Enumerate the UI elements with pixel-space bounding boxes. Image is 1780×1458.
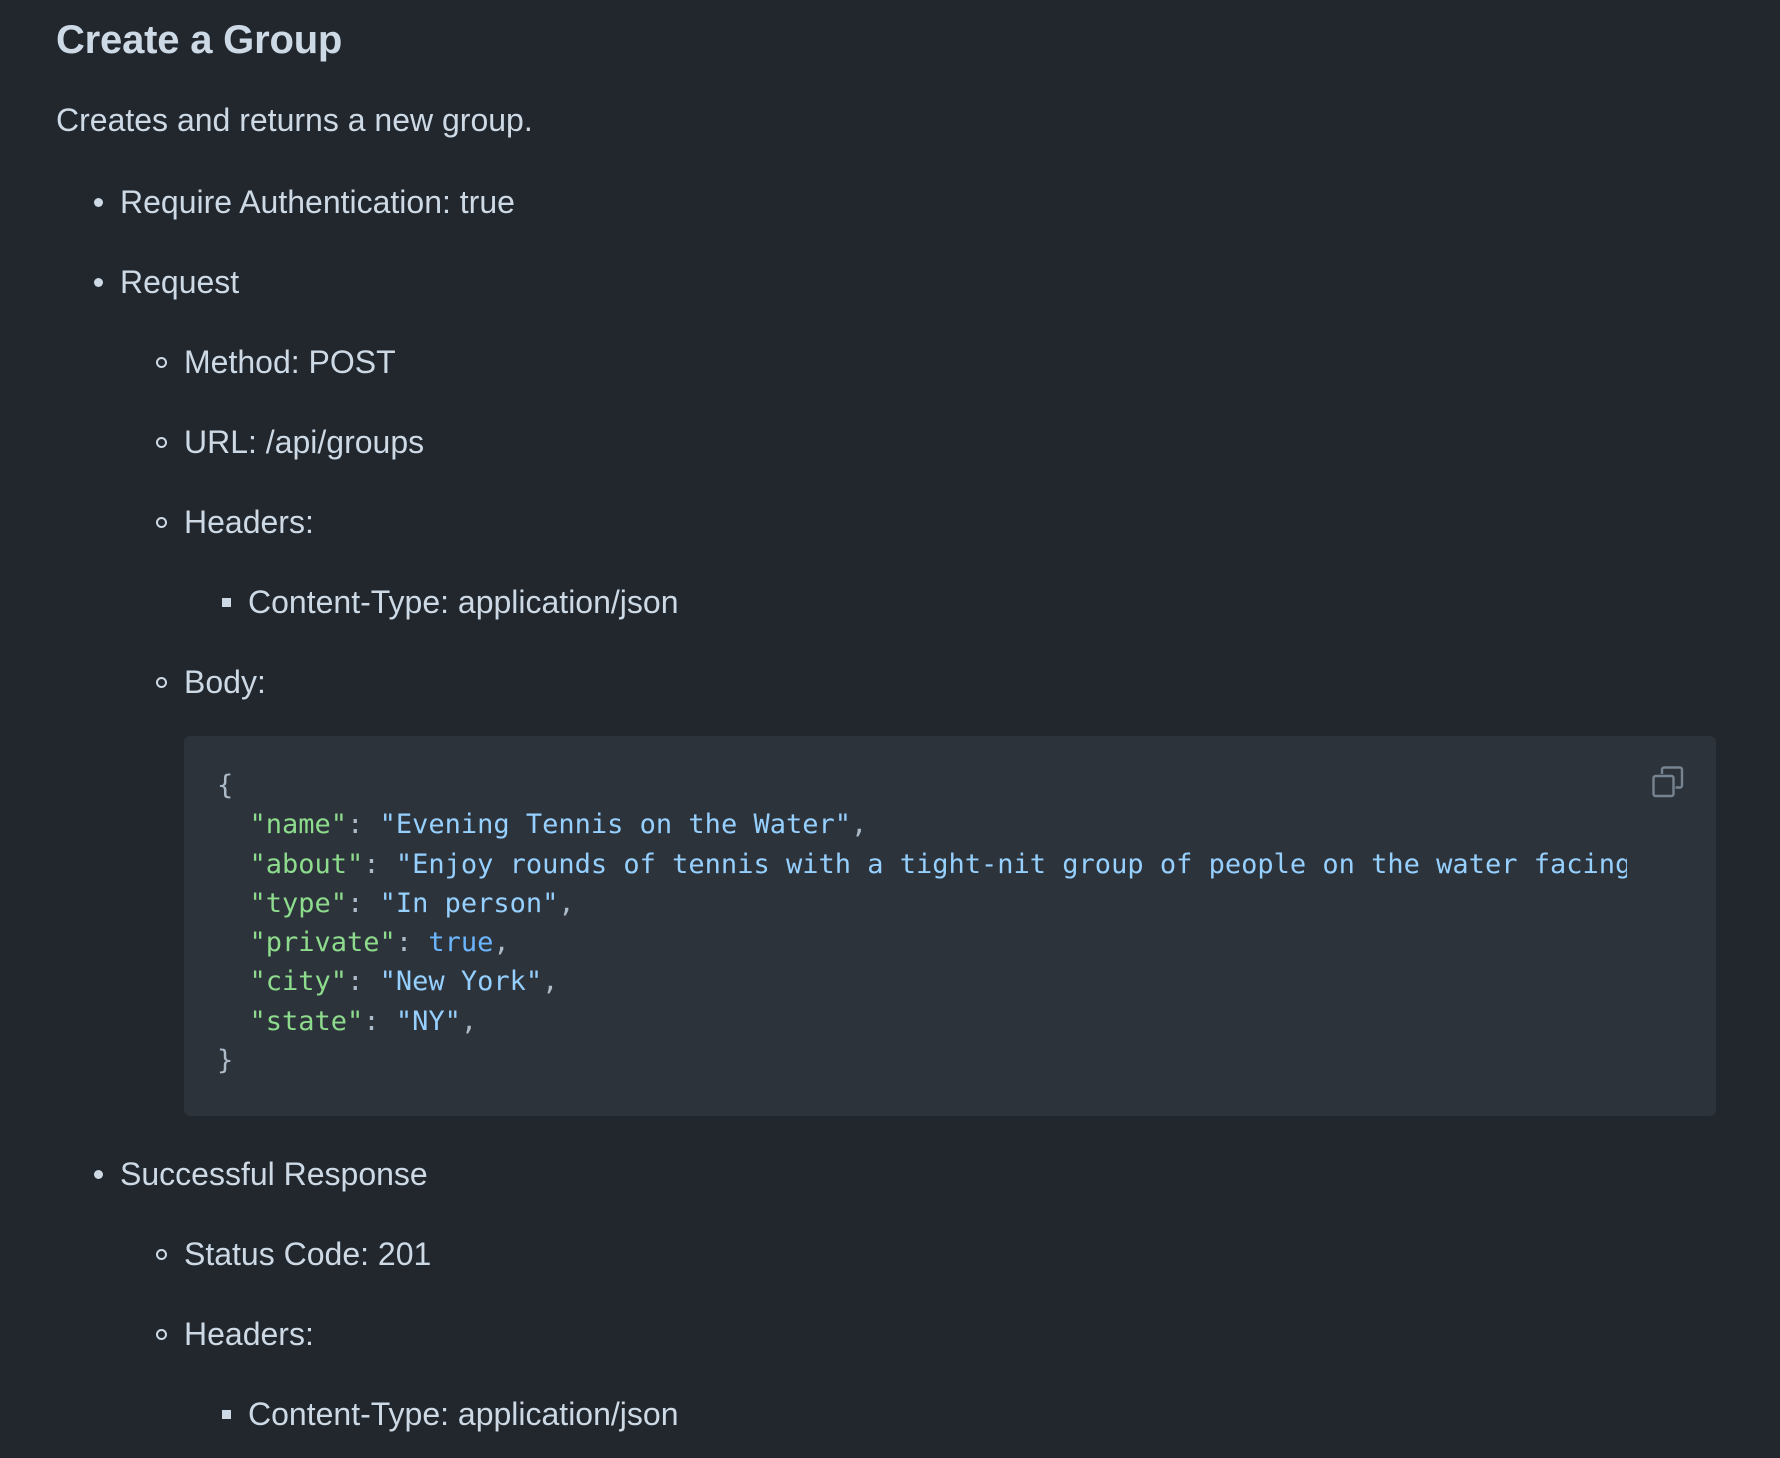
json-punctuation: : (347, 809, 380, 841)
json-punctuation (217, 849, 250, 880)
json-punctuation (217, 809, 250, 840)
content-type-text: Content-Type: application/json (248, 1396, 679, 1432)
list-item-request-headers: Headers: (156, 502, 314, 542)
description: Creates and returns a new group. (56, 102, 533, 138)
bullet-circle (156, 517, 167, 528)
status-code-text: Status Code: 201 (184, 1236, 432, 1272)
json-punctuation (217, 927, 250, 958)
json-punctuation: , (558, 887, 575, 919)
json-punctuation: { (217, 770, 234, 801)
list-item-request-content-type: Content-Type: application/json (222, 582, 679, 622)
content-type-text: Content-Type: application/json (248, 584, 679, 620)
headers-label: Headers: (184, 1316, 314, 1352)
json-punctuation: : (363, 848, 396, 880)
json-punctuation (217, 1006, 250, 1037)
json-string: "In person" (379, 887, 559, 919)
headers-label: Headers: (184, 504, 314, 540)
bullet-disc (94, 278, 103, 287)
json-punctuation: : (363, 1005, 396, 1037)
json-key: "about" (249, 848, 364, 880)
json-punctuation: : (395, 927, 429, 959)
bullet-circle (156, 357, 167, 368)
copy-icon (1652, 766, 1684, 798)
bullet-circle (156, 677, 167, 688)
markdown-body: Create a Group Creates and returns a new… (56, 0, 1726, 1458)
list-item-request: Request (94, 262, 240, 302)
code-line: "city": "New York", (217, 962, 1627, 1001)
json-string: "New York" (379, 966, 543, 998)
list-item-response-content-type: Content-Type: application/json (222, 1394, 679, 1434)
code-line: "private": true, (217, 923, 1627, 962)
bullet-circle (156, 437, 167, 448)
json-body-code[interactable]: { "name": "Evening Tennis on the Water",… (217, 766, 1627, 1080)
json-punctuation (217, 966, 250, 997)
json-punctuation: , (542, 966, 559, 998)
json-key: "state" (249, 1005, 364, 1037)
list-item-method: Method: POST (156, 342, 396, 382)
json-key: "type" (249, 887, 348, 919)
json-key: "name" (249, 809, 348, 841)
page-title: Create a Group (56, 18, 343, 62)
json-string: "Enjoy rounds of tennis with a tight-nit… (395, 848, 1627, 880)
list-item-auth: Require Authentication: true (94, 182, 515, 222)
copy-button[interactable] (1650, 764, 1686, 800)
json-punctuation: : (347, 966, 380, 998)
code-line: "state": "NY", (217, 1002, 1627, 1041)
body-label: Body: (184, 664, 266, 700)
json-string: "NY" (395, 1005, 461, 1037)
bullet-square (222, 1410, 231, 1419)
json-punctuation: : (347, 887, 380, 919)
bullet-disc (94, 1170, 103, 1179)
list-item-url: URL: /api/groups (156, 422, 425, 462)
method-text: Method: POST (184, 344, 396, 380)
bullet-square (222, 598, 231, 607)
json-boolean: true (428, 927, 494, 959)
json-punctuation (217, 888, 250, 919)
json-string: "Evening Tennis on the Water" (379, 809, 851, 841)
response-label: Successful Response (120, 1156, 428, 1192)
code-line: } (217, 1041, 1627, 1080)
code-line: "about": "Enjoy rounds of tennis with a … (217, 845, 1627, 884)
code-line: "type": "In person", (217, 884, 1627, 923)
list-item-response-headers: Headers: (156, 1314, 314, 1354)
list-item-status-code: Status Code: 201 (156, 1234, 432, 1274)
list-item-body: Body: (156, 662, 266, 702)
json-punctuation: , (493, 927, 510, 959)
bullet-disc (94, 198, 103, 207)
json-punctuation: } (217, 1045, 234, 1077)
list-item-successful-response: Successful Response (94, 1154, 428, 1194)
code-block: { "name": "Evening Tennis on the Water",… (184, 736, 1716, 1116)
url-text: URL: /api/groups (184, 424, 425, 460)
json-punctuation: , (850, 809, 868, 841)
json-key: "private" (249, 927, 396, 959)
json-punctuation: , (460, 1005, 478, 1037)
code-line: { (217, 766, 1627, 805)
json-key: "city" (249, 966, 348, 998)
code-line: "name": "Evening Tennis on the Water", (217, 805, 1627, 844)
bullet-circle (156, 1329, 167, 1340)
bullet-circle (156, 1249, 167, 1260)
auth-text: Require Authentication: true (120, 184, 515, 220)
request-label: Request (120, 264, 240, 300)
